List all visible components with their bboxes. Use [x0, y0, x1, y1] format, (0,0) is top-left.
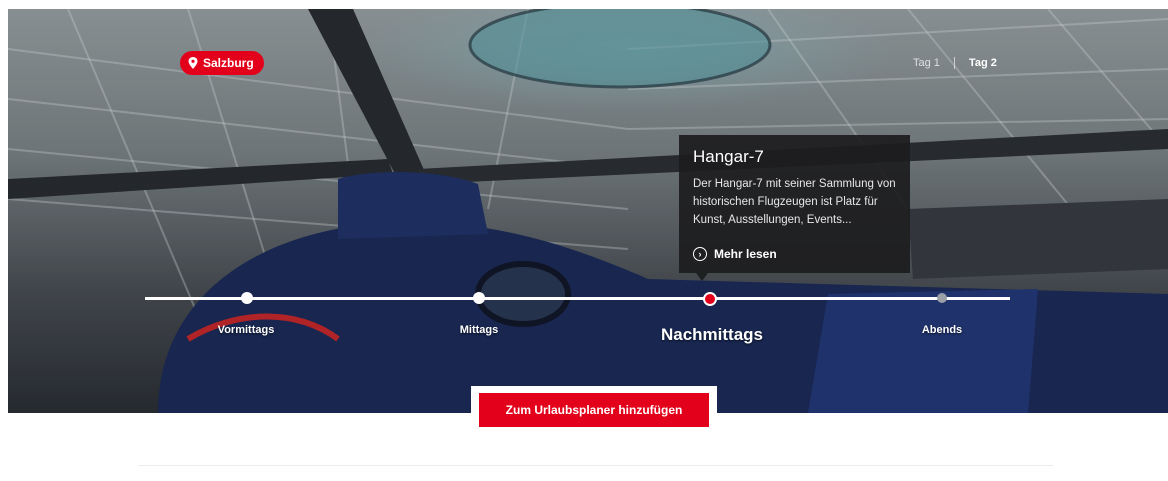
hero-image: Salzburg Tag 1 Tag 2	[8, 9, 1168, 413]
timeline-label-abends[interactable]: Abends	[922, 324, 962, 336]
poi-title: Hangar-7	[693, 147, 764, 166]
location-badge[interactable]: Salzburg	[180, 51, 264, 75]
read-more-label: Mehr lesen	[714, 247, 777, 261]
timeline-label-vormittags[interactable]: Vormittags	[218, 324, 275, 336]
location-label: Salzburg	[203, 56, 254, 70]
card-pointer	[696, 273, 708, 281]
add-to-planner-button[interactable]: Zum Urlaubsplaner hinzufügen	[479, 393, 709, 427]
section-divider	[138, 465, 1053, 466]
read-more-link[interactable]: › Mehr lesen	[693, 247, 777, 261]
timeline-label-mittags[interactable]: Mittags	[460, 324, 499, 336]
day-tab-2[interactable]: Tag 2	[969, 57, 997, 69]
poi-info-card: Hangar-7 Der Hangar-7 mit seiner Sammlun…	[679, 135, 910, 273]
timeline-dot-abends[interactable]	[937, 293, 947, 303]
timeline-dot-nachmittags[interactable]	[703, 292, 717, 306]
poi-description: Der Hangar-7 mit seiner Sammlung von his…	[693, 178, 896, 226]
day-separator	[953, 57, 955, 69]
day-tab-1[interactable]: Tag 1	[913, 57, 940, 69]
day-switcher: Tag 1 Tag 2	[913, 57, 997, 69]
map-pin-icon	[188, 57, 198, 69]
timeline-label-nachmittags[interactable]: Nachmittags	[661, 325, 763, 345]
chevron-circle-icon: ›	[693, 247, 707, 261]
cta-container: Zum Urlaubsplaner hinzufügen	[471, 386, 717, 434]
timeline-dot-vormittags[interactable]	[241, 292, 253, 304]
timeline-dot-mittags[interactable]	[473, 292, 485, 304]
timeline-track	[145, 297, 1010, 300]
